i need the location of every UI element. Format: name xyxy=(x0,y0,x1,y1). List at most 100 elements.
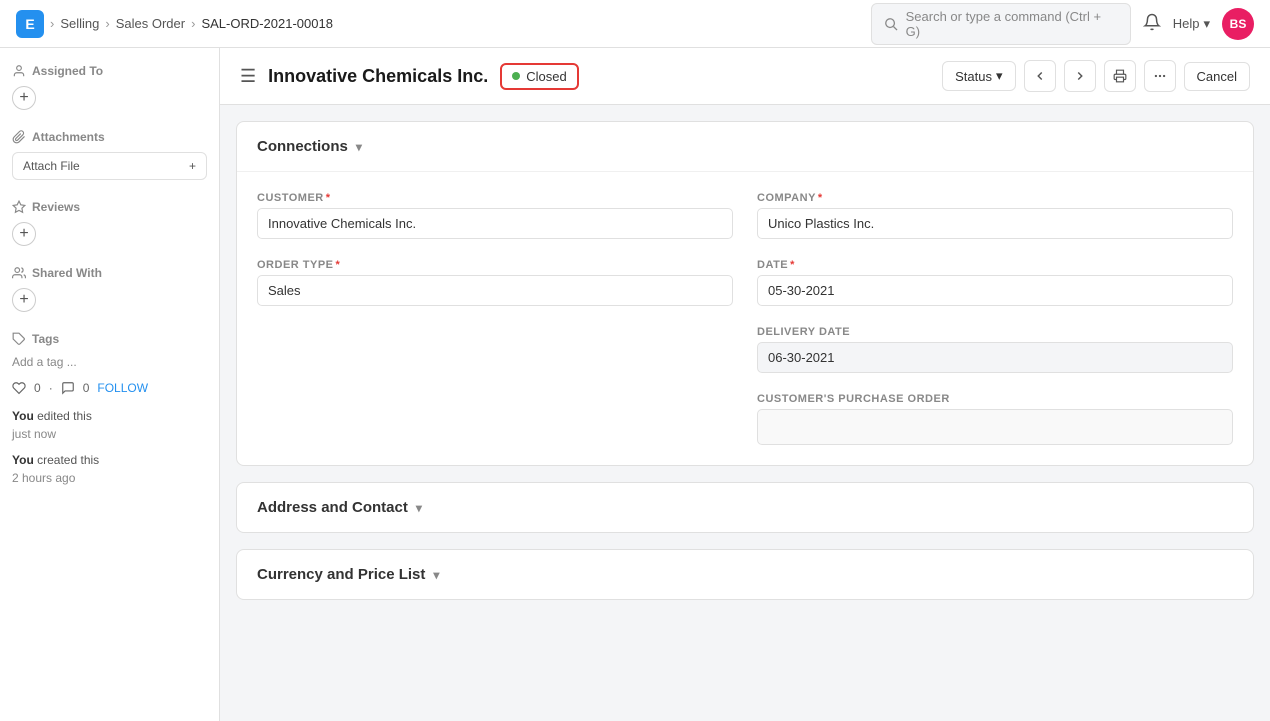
address-chevron-icon: ▾ xyxy=(416,501,422,515)
main-content: ☰ Innovative Chemicals Inc. Closed Statu… xyxy=(220,48,1270,721)
navbar-right: Search or type a command (Ctrl + G) Help… xyxy=(871,3,1254,45)
navbar: E › Selling › Sales Order › SAL-ORD-2021… xyxy=(0,0,1270,48)
purchase-order-field: Customer's Purchase Order xyxy=(757,393,1233,445)
currency-price-label: Currency and Price List xyxy=(257,566,425,583)
person-icon xyxy=(12,64,26,78)
reviews-label: Reviews xyxy=(32,200,80,214)
reviews-section: Reviews + xyxy=(12,200,207,246)
status-label: Closed xyxy=(526,69,566,84)
order-type-label: Order Type * xyxy=(257,259,733,271)
sep3: › xyxy=(191,16,195,31)
add-review-button[interactable]: + xyxy=(12,222,36,246)
activity-time-0: just now xyxy=(12,427,56,441)
activity-action-0: edited this xyxy=(37,409,92,423)
cancel-label: Cancel xyxy=(1197,69,1237,84)
ellipsis-icon xyxy=(1153,69,1167,83)
help-chevron-icon: ▾ xyxy=(1203,16,1210,32)
activity-item-1: You created this 2 hours ago xyxy=(12,451,207,487)
connections-chevron-icon: ▾ xyxy=(356,140,362,154)
currency-price-header[interactable]: Currency and Price List ▾ xyxy=(237,550,1253,599)
attach-file-label: Attach File xyxy=(23,159,80,173)
date-required: * xyxy=(790,259,795,271)
attachments-label: Attachments xyxy=(32,130,105,144)
sidebar: Assigned To + Attachments Attach File + xyxy=(0,48,220,721)
activity-item-0: You edited this just now xyxy=(12,407,207,443)
company-value[interactable]: Unico Plastics Inc. xyxy=(757,208,1233,239)
order-type-value[interactable]: Sales xyxy=(257,275,733,306)
attach-plus-icon: + xyxy=(189,159,196,173)
breadcrumb-selling[interactable]: Selling xyxy=(60,16,99,31)
star-icon xyxy=(12,200,26,214)
add-tag-text[interactable]: Add a tag ... xyxy=(12,355,77,369)
sep1: › xyxy=(50,16,54,31)
avatar[interactable]: BS xyxy=(1222,8,1254,40)
page-layout: Assigned To + Attachments Attach File + xyxy=(0,48,1270,721)
connections-section-body: Customer * Innovative Chemicals Inc. Com… xyxy=(237,172,1253,465)
connections-section-header[interactable]: Connections ▾ xyxy=(237,122,1253,172)
activity-time-1: 2 hours ago xyxy=(12,471,75,485)
help-label: Help xyxy=(1173,16,1200,31)
date-value[interactable]: 05-30-2021 xyxy=(757,275,1233,306)
search-icon xyxy=(884,17,898,31)
attachments-title: Attachments xyxy=(12,130,207,144)
address-contact-section: Address and Contact ▾ xyxy=(236,482,1254,533)
address-contact-label: Address and Contact xyxy=(257,499,408,516)
next-button[interactable] xyxy=(1064,60,1096,92)
chevron-right-icon xyxy=(1073,69,1087,83)
purchase-order-value[interactable] xyxy=(757,409,1233,445)
customer-value[interactable]: Innovative Chemicals Inc. xyxy=(257,208,733,239)
chevron-left-icon xyxy=(1033,69,1047,83)
status-dot xyxy=(512,72,520,80)
delivery-date-value[interactable]: 06-30-2021 xyxy=(757,342,1233,373)
company-label: Company * xyxy=(757,192,1233,204)
activity-section: You edited this just now You created thi… xyxy=(12,407,207,487)
shared-with-section: Shared With + xyxy=(12,266,207,312)
doc-title-area: ☰ Innovative Chemicals Inc. Closed xyxy=(240,63,579,90)
heart-icon xyxy=(12,381,26,395)
likes-row: 0 · 0 FOLLOW xyxy=(12,381,207,395)
comments-count: 0 xyxy=(83,381,90,395)
company-required: * xyxy=(818,192,823,204)
add-assigned-button[interactable]: + xyxy=(12,86,36,110)
shared-icon xyxy=(12,266,26,280)
assigned-to-label: Assigned To xyxy=(32,64,103,78)
address-contact-header[interactable]: Address and Contact ▾ xyxy=(237,483,1253,532)
cancel-button[interactable]: Cancel xyxy=(1184,62,1250,91)
add-shared-button[interactable]: + xyxy=(12,288,36,312)
shared-with-label: Shared With xyxy=(32,266,102,280)
date-label: Date * xyxy=(757,259,1233,271)
doc-title: Innovative Chemicals Inc. xyxy=(268,66,488,87)
breadcrumb-sales-order[interactable]: Sales Order xyxy=(116,16,185,31)
date-field: Date * 05-30-2021 xyxy=(757,259,1233,306)
follow-button[interactable]: FOLLOW xyxy=(97,381,148,395)
activity-action-1: created this xyxy=(37,453,99,467)
app-icon[interactable]: E xyxy=(16,10,44,38)
customer-label: Customer * xyxy=(257,192,733,204)
dot-separator: · xyxy=(49,381,53,395)
search-bar[interactable]: Search or type a command (Ctrl + G) xyxy=(871,3,1131,45)
breadcrumb-area: E › Selling › Sales Order › SAL-ORD-2021… xyxy=(16,10,333,38)
status-btn-label: Status xyxy=(955,69,992,84)
attachments-section: Attachments Attach File + xyxy=(12,130,207,180)
delivery-date-field: Delivery Date 06-30-2021 xyxy=(757,326,1233,373)
notifications-button[interactable] xyxy=(1143,13,1161,34)
currency-price-section: Currency and Price List ▾ xyxy=(236,549,1254,600)
comment-icon xyxy=(61,381,75,395)
reviews-title: Reviews xyxy=(12,200,207,214)
customer-required: * xyxy=(326,192,331,204)
paperclip-icon xyxy=(12,130,26,144)
tag-icon xyxy=(12,332,26,346)
hamburger-button[interactable]: ☰ xyxy=(240,66,256,87)
tags-section: Tags Add a tag ... xyxy=(12,332,207,369)
help-button[interactable]: Help ▾ xyxy=(1173,16,1210,32)
customer-field: Customer * Innovative Chemicals Inc. xyxy=(257,192,733,239)
more-options-button[interactable] xyxy=(1144,60,1176,92)
order-type-field: Order Type * Sales xyxy=(257,259,733,306)
delivery-date-label: Delivery Date xyxy=(757,326,1233,338)
attach-file-button[interactable]: Attach File + xyxy=(12,152,207,180)
assigned-to-section: Assigned To + xyxy=(12,64,207,110)
purchase-order-label: Customer's Purchase Order xyxy=(757,393,1233,405)
status-button[interactable]: Status ▾ xyxy=(942,61,1015,91)
print-button[interactable] xyxy=(1104,60,1136,92)
prev-button[interactable] xyxy=(1024,60,1056,92)
